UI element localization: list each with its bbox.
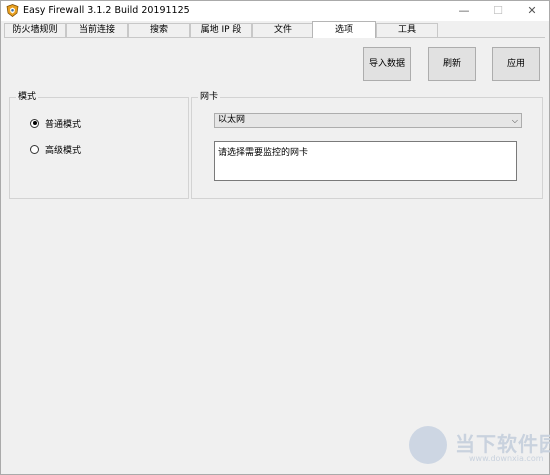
radio-advanced-indicator[interactable] — [30, 144, 39, 154]
nic-select-value: 以太网 — [218, 115, 246, 125]
maximize-button[interactable]: ☐ — [483, 1, 513, 21]
radio-normal-mode[interactable]: 普通模式 — [30, 117, 82, 130]
firewall-shield-icon — [6, 4, 19, 17]
nic-hint-textbox[interactable]: 请选择需要监控的网卡 — [214, 141, 517, 181]
window-title: Easy Firewall 3.1.2 Build 20191125 — [23, 5, 190, 16]
tab-firewall-rules[interactable]: 防火墙规则 — [4, 23, 66, 37]
watermark-text: 当下软件园 — [455, 432, 550, 456]
radio-normal-label: 普通模式 — [45, 119, 82, 130]
app-window: Easy Firewall 3.1.2 Build 20191125 — ☐ ✕… — [0, 0, 550, 475]
title-bar: Easy Firewall 3.1.2 Build 20191125 — ☐ ✕ — [1, 1, 549, 21]
watermark-logo-icon — [409, 426, 447, 464]
tab-options[interactable]: 选项 — [312, 21, 376, 38]
tab-current-connections[interactable]: 当前连接 — [66, 23, 128, 37]
radio-advanced-mode[interactable]: 高级模式 — [30, 143, 82, 156]
tab-strip: 防火墙规则 当前连接 搜索 属地 IP 段 文件 选项 工具 — [4, 21, 546, 38]
tab-search[interactable]: 搜索 — [128, 23, 190, 37]
nic-select[interactable]: 以太网 ⌵ — [214, 113, 522, 128]
mode-group-title: 模式 — [16, 91, 39, 103]
minimize-button[interactable]: — — [449, 1, 479, 21]
chevron-down-icon: ⌵ — [511, 116, 518, 125]
mode-group: 模式 普通模式 高级模式 — [9, 91, 189, 199]
import-data-button[interactable]: 导入数据 — [363, 47, 411, 81]
nic-hint-text: 请选择需要监控的网卡 — [218, 148, 309, 158]
nic-group-title: 网卡 — [198, 91, 221, 103]
tab-ip-ranges[interactable]: 属地 IP 段 — [190, 23, 252, 37]
refresh-button[interactable]: 刷新 — [428, 47, 476, 81]
tab-tools[interactable]: 工具 — [376, 23, 438, 37]
watermark-url: www.downxia.com — [469, 454, 544, 463]
radio-advanced-label: 高级模式 — [45, 145, 82, 156]
radio-normal-indicator[interactable] — [30, 118, 39, 128]
apply-button[interactable]: 应用 — [492, 47, 540, 81]
close-button[interactable]: ✕ — [517, 1, 547, 21]
tab-files[interactable]: 文件 — [252, 23, 314, 37]
